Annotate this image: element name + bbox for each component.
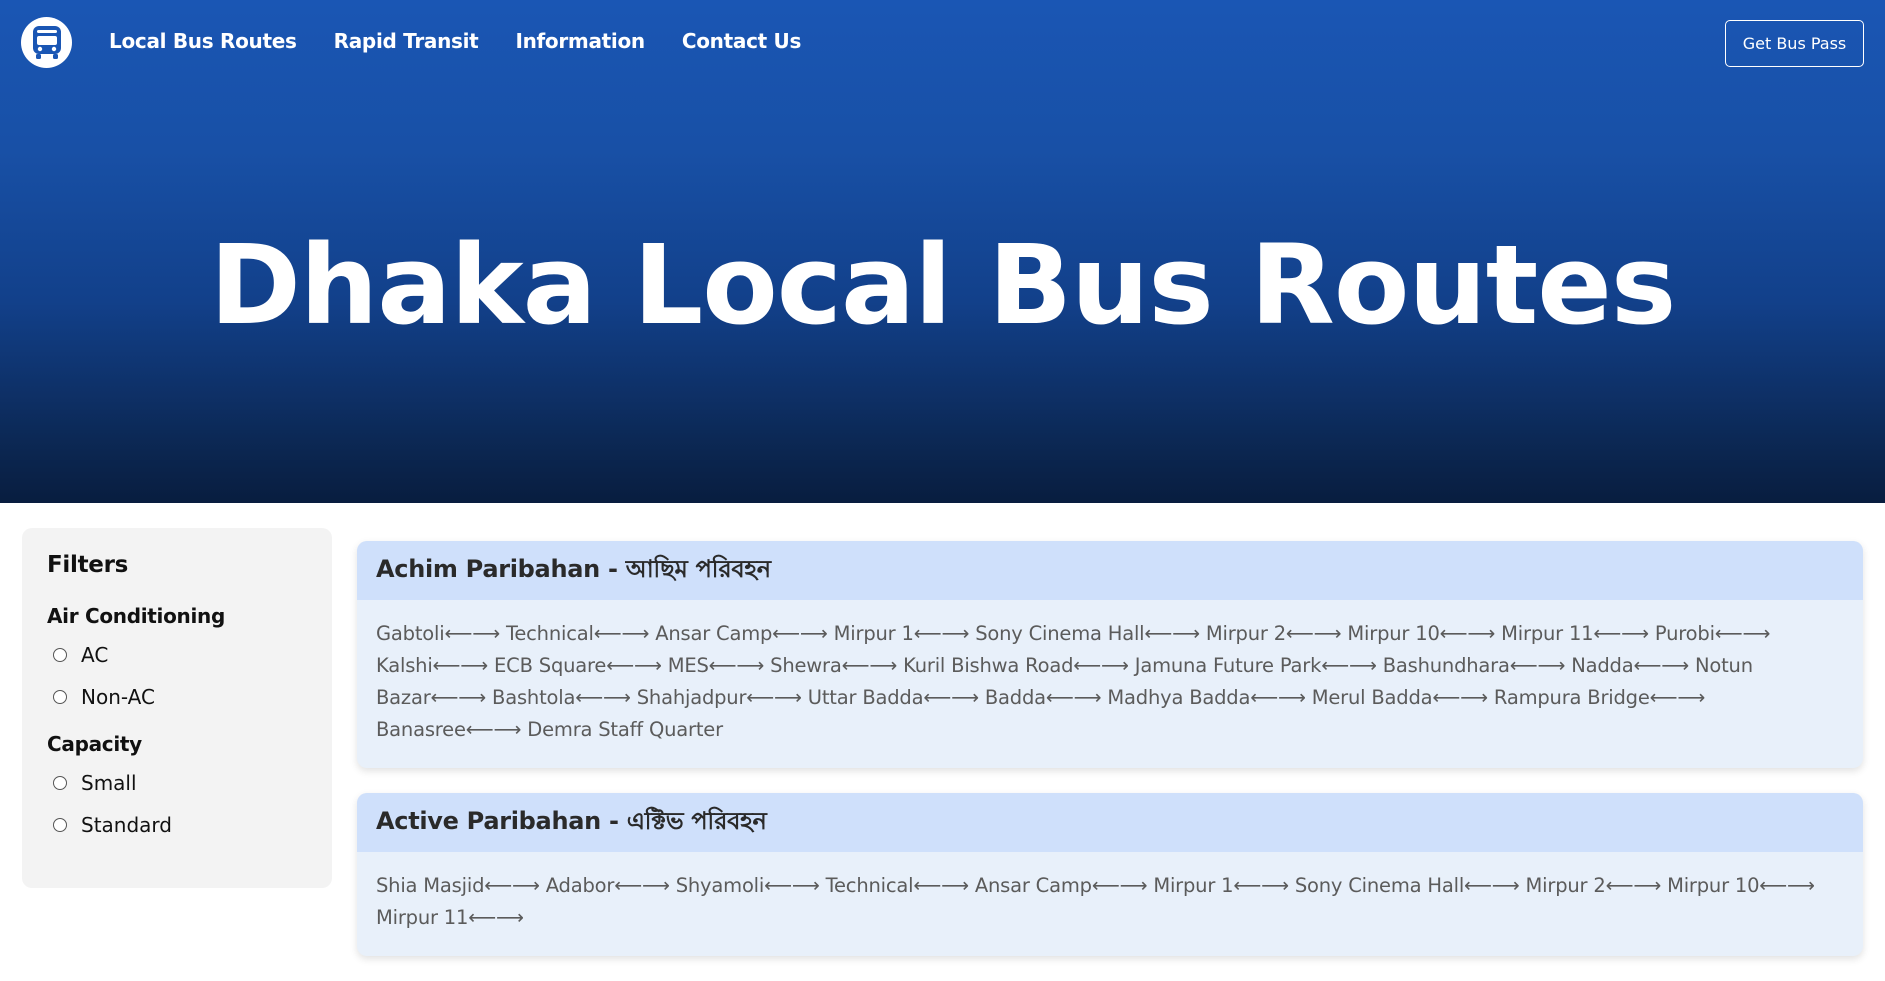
top-nav: Local Bus Routes Rapid Transit Informati… — [0, 0, 1885, 86]
radio-button[interactable] — [53, 818, 67, 832]
filter-group-air-conditioning: Air Conditioning AC Non-AC — [47, 604, 307, 712]
route-stops: Gabtoli⟵⟶ Technical⟵⟶ Ansar Camp⟵⟶ Mirpu… — [376, 622, 1771, 741]
filter-option-standard[interactable]: Standard — [47, 810, 307, 840]
filters-panel: Filters Air Conditioning AC Non-AC Capac… — [22, 528, 332, 888]
filter-group-capacity: Capacity Small Standard — [47, 732, 307, 840]
bus-icon — [32, 25, 61, 59]
logo[interactable] — [21, 17, 72, 68]
filter-option-non-ac[interactable]: Non-AC — [47, 682, 307, 712]
filters-title: Filters — [47, 552, 129, 578]
filter-option-small[interactable]: Small — [47, 768, 307, 798]
radio-button[interactable] — [53, 690, 67, 704]
radio-button[interactable] — [53, 776, 67, 790]
route-card: Active Paribahan - এক্টিভ পরিবহন Shia Ma… — [357, 793, 1863, 956]
nav-links: Local Bus Routes Rapid Transit Informati… — [109, 29, 838, 53]
nav-link-local-bus-routes[interactable]: Local Bus Routes — [109, 29, 297, 53]
filter-option-label: AC — [81, 643, 109, 667]
hero-banner: Local Bus Routes Rapid Transit Informati… — [0, 0, 1885, 503]
filter-group-title: Air Conditioning — [47, 604, 225, 628]
nav-link-contact-us[interactable]: Contact Us — [682, 29, 802, 53]
filter-option-label: Non-AC — [81, 685, 155, 709]
filter-group-title: Capacity — [47, 732, 142, 756]
route-stops: Shia Masjid⟵⟶ Adabor⟵⟶ Shyamoli⟵⟶ Techni… — [376, 874, 1815, 929]
routes-list: Achim Paribahan - আছিম পরিবহন Gabtoli⟵⟶ … — [357, 541, 1863, 981]
get-bus-pass-button[interactable]: Get Bus Pass — [1725, 20, 1864, 67]
filter-option-label: Small — [81, 771, 137, 795]
filter-option-ac[interactable]: AC — [47, 640, 307, 670]
filter-option-label: Standard — [81, 813, 172, 837]
nav-link-information[interactable]: Information — [515, 29, 645, 53]
route-card-title[interactable]: Active Paribahan - এক্টিভ পরিবহন — [357, 793, 1863, 852]
route-card: Achim Paribahan - আছিম পরিবহন Gabtoli⟵⟶ … — [357, 541, 1863, 768]
page-title: Dhaka Local Bus Routes — [209, 221, 1677, 349]
radio-button[interactable] — [53, 648, 67, 662]
nav-link-rapid-transit[interactable]: Rapid Transit — [334, 29, 479, 53]
route-card-title[interactable]: Achim Paribahan - আছিম পরিবহন — [357, 541, 1863, 600]
